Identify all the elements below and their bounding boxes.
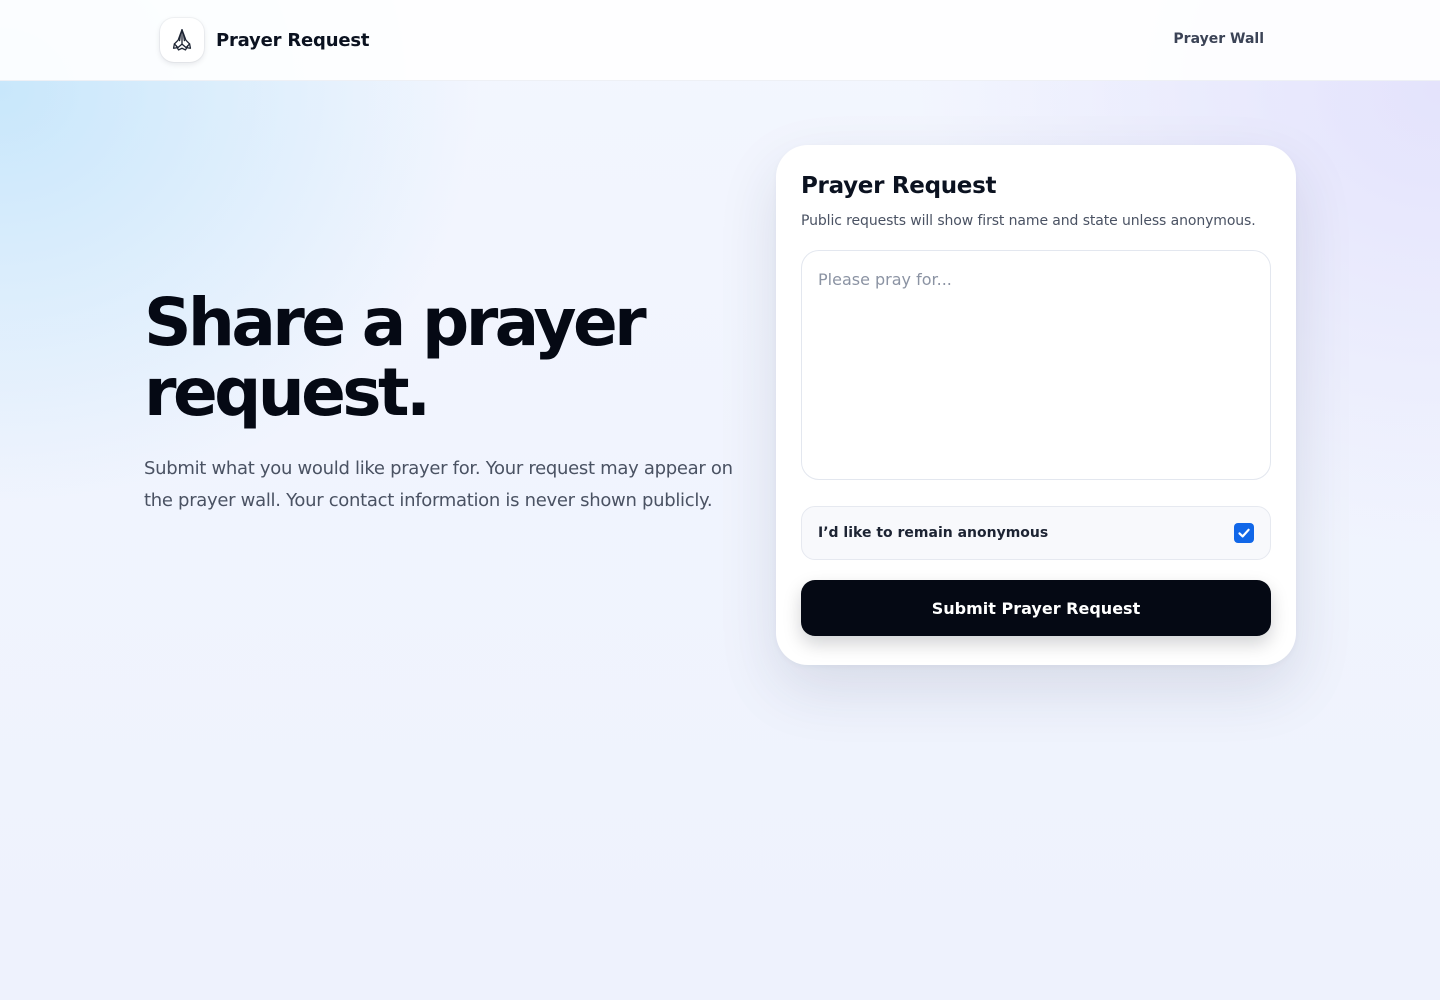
prayer-wall-link[interactable]: Prayer Wall xyxy=(1173,31,1264,47)
prayer-request-form: Prayer Request Public requests will show… xyxy=(776,145,1296,665)
form-subtitle: Public requests will show first name and… xyxy=(801,213,1256,229)
form-title: Prayer Request xyxy=(801,173,997,199)
checkmark-icon xyxy=(1238,528,1250,538)
anonymous-checkbox[interactable] xyxy=(1234,523,1254,543)
hero-section: Share a prayer request. Submit what you … xyxy=(144,288,744,517)
hero-title-line-1: Share a prayer xyxy=(144,284,647,361)
praying-hands-icon xyxy=(160,18,204,62)
brand-name: Prayer Request xyxy=(216,29,370,51)
hero-title: Share a prayer request. xyxy=(144,288,744,428)
hero-subtitle: Submit what you would like prayer for. Y… xyxy=(144,458,733,511)
anonymous-label: I’d like to remain anonymous xyxy=(818,525,1049,541)
hero-title-line-2: request. xyxy=(144,354,431,431)
brand[interactable]: Prayer Request xyxy=(160,18,369,62)
top-nav-bar: Prayer Request Prayer Wall xyxy=(0,0,1440,81)
anonymous-toggle-row[interactable]: I’d like to remain anonymous xyxy=(801,506,1271,560)
prayer-textarea[interactable] xyxy=(801,250,1271,480)
submit-prayer-request-button[interactable]: Submit Prayer Request xyxy=(801,580,1271,636)
